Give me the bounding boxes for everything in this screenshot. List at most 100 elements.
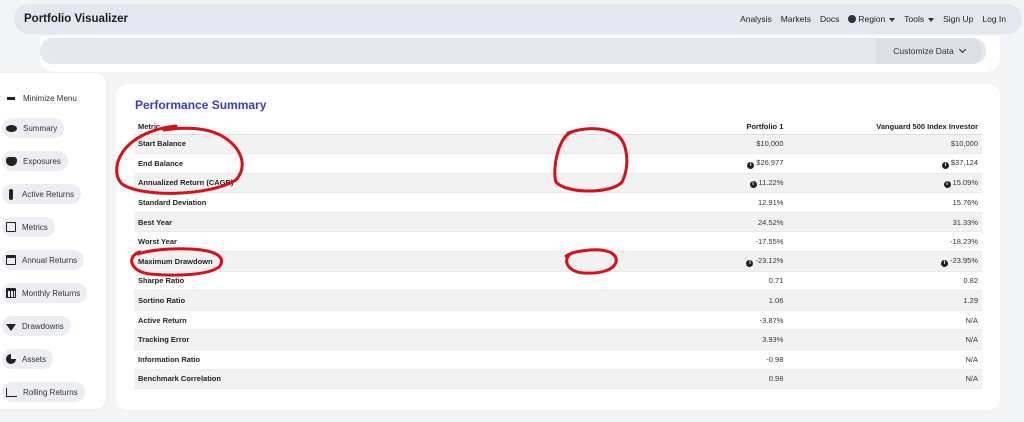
benchmark-value: N/A xyxy=(787,329,982,351)
nav-region-dropdown[interactable]: Region xyxy=(848,14,895,24)
minus-icon xyxy=(6,93,17,104)
sidebar-item-summary[interactable]: Summary xyxy=(2,118,65,138)
performance-summary-card: Performance Summary Metric Portfolio 1 V… xyxy=(116,84,1000,410)
nav-region-label: Region xyxy=(858,14,886,24)
table-row: Standard Deviation 12.91% 15.76% xyxy=(134,192,982,213)
header-portfolio-1: Portfolio 1 xyxy=(317,120,788,135)
portfolio-1-value-text: -17.55% xyxy=(755,237,784,247)
metric-name: Active Return xyxy=(134,310,318,331)
portfolio-1-value: 12.91% xyxy=(317,192,788,213)
benchmark-value-text: 0.82 xyxy=(963,276,978,286)
table-row: Best Year 24.52% 31.33% xyxy=(134,212,982,233)
calendar-grid-icon xyxy=(6,288,16,298)
info-icon[interactable] xyxy=(746,259,754,267)
customize-data-label: Customize Data xyxy=(893,46,954,56)
nav-log-in[interactable]: Log In xyxy=(982,14,1006,24)
header-metric: Metric xyxy=(134,120,318,135)
customize-data-button[interactable]: Customize Data xyxy=(876,38,982,64)
sidebar-item-rolling-returns[interactable]: Rolling Returns xyxy=(2,382,85,402)
portfolio-1-value: 3.93% xyxy=(317,329,788,351)
benchmark-value-text: 31.33% xyxy=(952,217,978,227)
metric-name: Worst Year xyxy=(134,231,318,253)
sidebar-item-assets[interactable]: Assets xyxy=(2,349,54,369)
table-row: Maximum Drawdown -23.12% -23.95% xyxy=(134,251,982,272)
table-body: Start Balance $10,000 $10,000 End Balance $2… xyxy=(134,134,982,390)
portfolio-1-value-text: -23.12% xyxy=(755,256,784,266)
portfolio-1-value-text: 11.22% xyxy=(758,177,784,187)
table-header-row: Metric Portfolio 1 Vanguard 500 Index In… xyxy=(134,120,982,135)
sidebar-item-label: Annual Returns xyxy=(22,255,78,265)
metric-name: Benchmark Correlation xyxy=(134,369,318,390)
cubes-icon xyxy=(6,156,17,166)
nav-sign-up[interactable]: Sign Up xyxy=(943,14,973,24)
sidebar-item-label: Rolling Returns xyxy=(23,387,78,397)
portfolio-1-value-text: 24.52% xyxy=(757,217,784,227)
header-benchmark: Vanguard 500 Index Investor xyxy=(787,120,982,135)
nav-tools-dropdown[interactable]: Tools xyxy=(904,14,934,24)
table-row: Information Ratio -0.98 N/A xyxy=(134,349,982,370)
metric-name: End Balance xyxy=(134,153,318,174)
portfolio-1-value-text: $10,000 xyxy=(756,139,784,149)
nav-tools-label: Tools xyxy=(904,14,925,24)
nav-analysis[interactable]: Analysis xyxy=(740,14,772,24)
sidebar-item-label: Metrics xyxy=(22,222,48,232)
portfolio-1-value: -17.55% xyxy=(317,231,788,253)
portfolio-1-value: -3.87% xyxy=(317,310,788,331)
info-icon[interactable] xyxy=(941,161,949,169)
portfolio-1-value-text: 0.98 xyxy=(768,374,784,384)
info-icon[interactable] xyxy=(943,181,951,189)
benchmark-value-text: $10,000 xyxy=(950,139,978,149)
table-row: Start Balance $10,000 $10,000 xyxy=(134,134,982,155)
sidebar-item-exposures[interactable]: Exposures xyxy=(2,151,68,171)
sidebar: Minimize Menu Summary Exposures Active R… xyxy=(0,73,106,409)
metric-name: Sortino Ratio xyxy=(134,290,318,311)
benchmark-value: $37,124 xyxy=(787,153,982,174)
portfolio-1-value: 0.71 xyxy=(317,271,788,292)
portfolio-1-value: 11.22% xyxy=(317,173,788,194)
sidebar-item-label: Monthly Returns xyxy=(22,288,81,298)
portfolio-1-value: -0.98 xyxy=(317,349,788,370)
brand-logo[interactable]: Portfolio Visualizer xyxy=(24,13,128,25)
metric-name: Start Balance xyxy=(134,134,318,155)
calendar-icon xyxy=(6,255,16,265)
nav-docs[interactable]: Docs xyxy=(820,14,839,24)
metric-name: Maximum Drawdown xyxy=(134,251,318,272)
sidebar-item-monthly-returns[interactable]: Monthly Returns xyxy=(2,283,88,303)
portfolio-1-value-text: 0.71 xyxy=(768,276,784,286)
nav-markets[interactable]: Markets xyxy=(781,14,811,24)
table-row: Sortino Ratio 1.06 1.29 xyxy=(134,290,982,311)
sidebar-item-annual-returns[interactable]: Annual Returns xyxy=(2,250,85,270)
pie-chart-icon xyxy=(6,354,16,364)
portfolio-1-value: -23.12% xyxy=(317,251,788,272)
info-icon[interactable] xyxy=(941,259,949,267)
table-row: Benchmark Correlation 0.98 N/A xyxy=(134,369,982,390)
benchmark-value-text: -18.23% xyxy=(950,237,978,247)
metric-name: Annualized Return (CAGR) xyxy=(134,173,318,194)
input-card: Customize Data xyxy=(40,36,1000,72)
info-icon[interactable] xyxy=(749,181,757,189)
benchmark-value: 15.76% xyxy=(787,192,982,213)
benchmark-value: $10,000 xyxy=(787,134,982,155)
section-title: Performance Summary xyxy=(135,98,267,112)
benchmark-value: -18.23% xyxy=(787,231,982,253)
benchmark-value: -23.95% xyxy=(787,251,982,272)
line-chart-icon xyxy=(6,387,17,397)
portfolio-1-value-text: $26,977 xyxy=(756,158,784,168)
eye-icon xyxy=(6,124,17,132)
sidebar-item-minimize-menu[interactable]: Minimize Menu xyxy=(2,88,84,108)
nav-links: Analysis Markets Docs Region Tools Sign … xyxy=(740,14,1006,24)
sidebar-item-label: Summary xyxy=(23,123,58,133)
portfolio-1-value-text: -0.98 xyxy=(766,354,784,364)
sidebar-item-drawdowns[interactable]: Drawdowns xyxy=(2,316,71,336)
metric-name: Best Year xyxy=(134,212,318,233)
benchmark-value-text: 1.29 xyxy=(963,296,978,306)
benchmark-value-text: N/A xyxy=(965,315,978,325)
check-square-icon xyxy=(6,222,16,232)
sidebar-item-metrics[interactable]: Metrics xyxy=(2,217,55,237)
benchmark-value: 31.33% xyxy=(787,212,982,233)
info-icon[interactable] xyxy=(747,161,755,169)
benchmark-value: 0.82 xyxy=(787,271,982,292)
sidebar-item-active-returns[interactable]: Active Returns xyxy=(2,184,82,204)
benchmark-value-text: N/A xyxy=(965,335,978,345)
benchmark-value-text: N/A xyxy=(965,374,978,384)
